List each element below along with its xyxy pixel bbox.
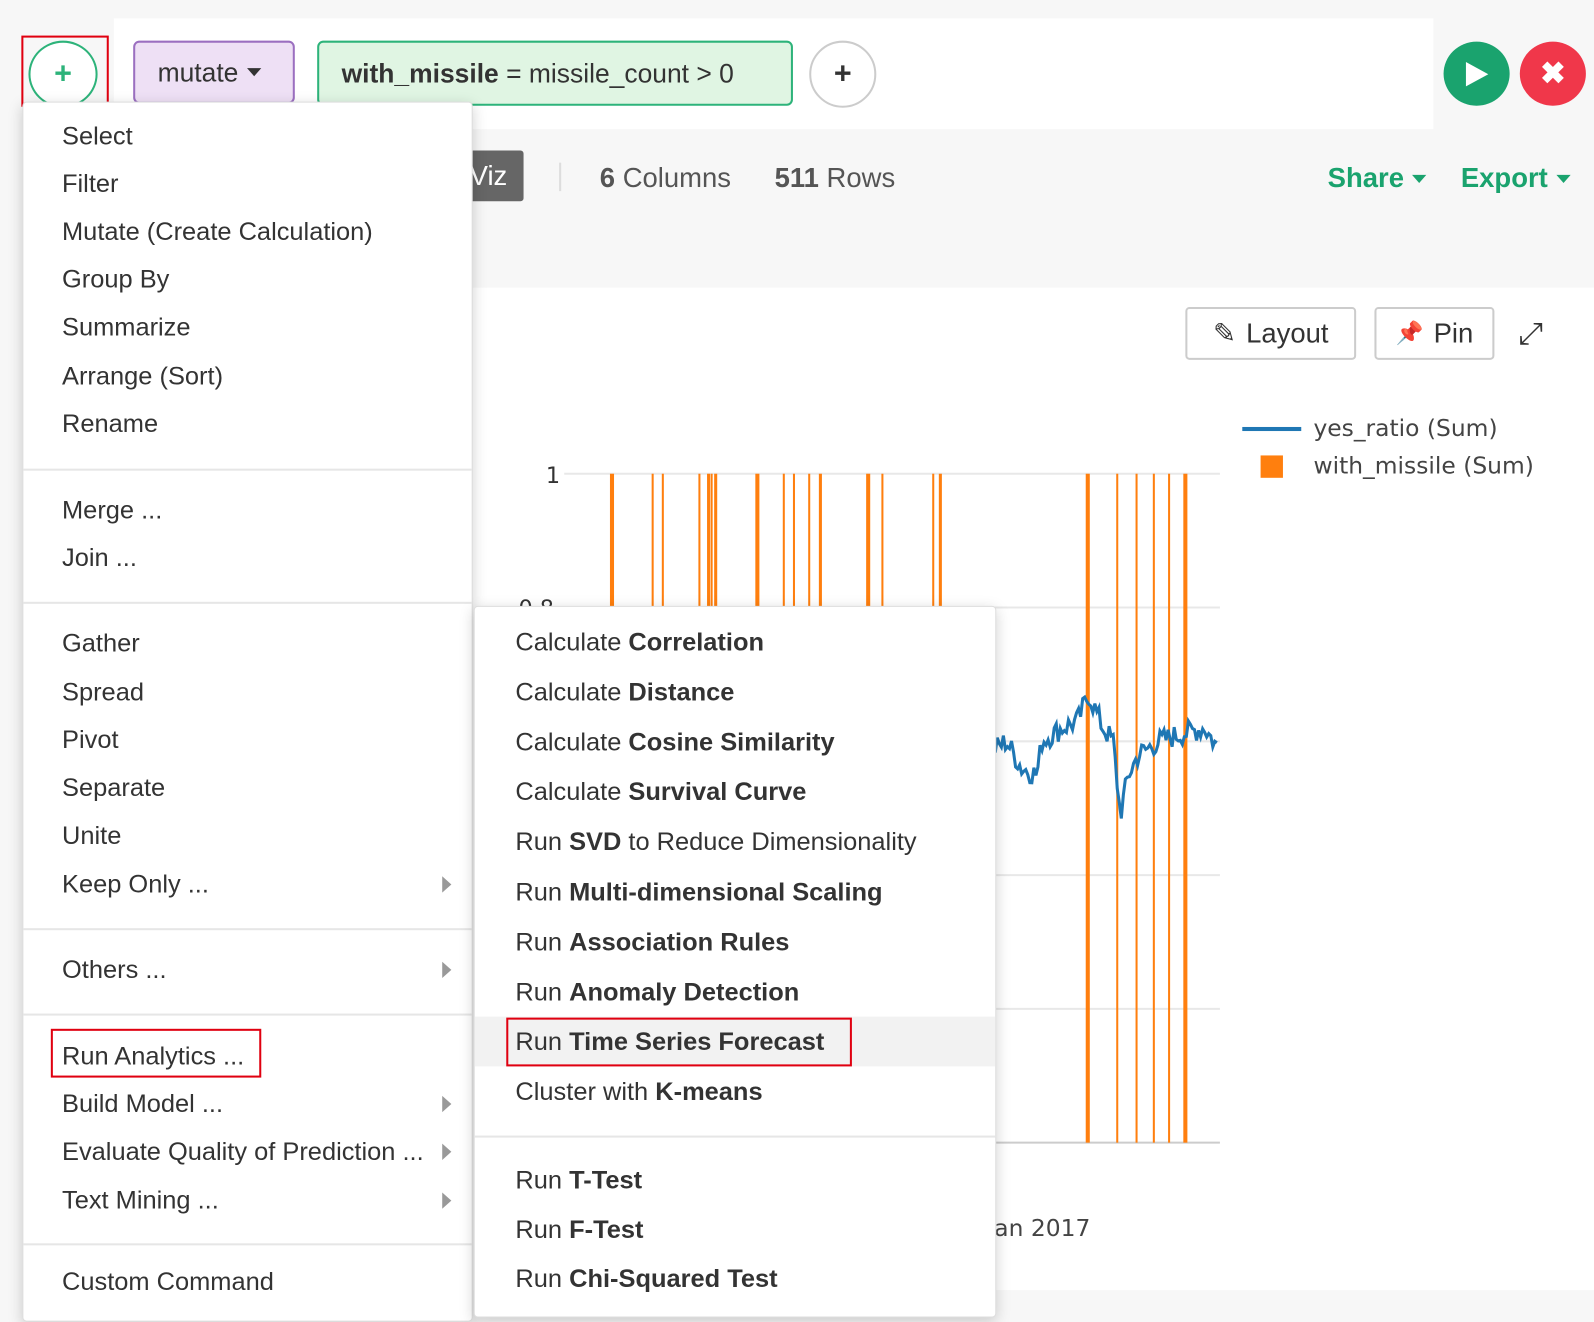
menu-item-mutate-create-calculation[interactable]: Mutate (Create Calculation): [62, 217, 373, 247]
analytics-item-cosine-similarity[interactable]: Calculate Cosine Similarity: [515, 727, 834, 757]
analytics-item-anomaly-detection[interactable]: Run Anomaly Detection: [515, 977, 799, 1007]
item-text-suffix: to Reduce Dimensionality: [621, 827, 917, 856]
x-tick-label: an 2017: [994, 1215, 1091, 1243]
item-text-bold: Time Series Forecast: [569, 1027, 825, 1057]
analytics-item-f-test[interactable]: Run F-Test: [515, 1215, 643, 1245]
legend-item-with-missile[interactable]: with_missile (Sum): [1242, 446, 1534, 487]
menu-item-rename[interactable]: Rename: [62, 409, 158, 439]
analytics-item-correlation[interactable]: Calculate Correlation: [515, 627, 764, 657]
menu-item-arrange-sort[interactable]: Arrange (Sort): [62, 361, 223, 391]
chevron-right-icon: [442, 876, 452, 893]
run-analytics-submenu: Calculate Correlation Calculate Distance C…: [473, 605, 997, 1318]
highlight-box: [50, 1028, 262, 1078]
item-text-bold: F-Test: [569, 1215, 644, 1245]
analytics-item-time-series-forecast[interactable]: Run Time Series Forecast: [515, 1027, 824, 1057]
item-text-bold: T-Test: [569, 1166, 643, 1195]
menu-item-keep-only[interactable]: Keep Only ...: [62, 869, 209, 899]
chevron-right-icon: [442, 1143, 452, 1160]
item-text-prefix: Run: [515, 1166, 570, 1195]
item-text-bold: Multi-dimensional Scaling: [569, 878, 883, 907]
item-text-bold: Chi-Squared Test: [569, 1264, 778, 1294]
with-missile-bar: [1135, 473, 1138, 1143]
menu-divider: [474, 1135, 996, 1138]
line-swatch-icon: [1242, 426, 1302, 432]
item-text-bold: Association Rules: [569, 928, 790, 957]
menu-item-merge[interactable]: Merge ...: [62, 495, 162, 525]
item-text-prefix: Calculate: [515, 777, 629, 807]
item-text-prefix: Run: [515, 1215, 570, 1245]
item-text-prefix: Run: [515, 977, 570, 1007]
y-tick-label: 1: [545, 463, 561, 489]
menu-item-filter[interactable]: Filter: [62, 169, 118, 199]
menu-divider: [23, 1013, 472, 1016]
with-missile-bar: [1183, 473, 1188, 1143]
menu-divider: [23, 1243, 472, 1246]
item-text-bold: Distance: [628, 678, 735, 707]
analytics-item-k-means[interactable]: Cluster with K-means: [515, 1077, 762, 1107]
item-text-prefix: Run: [515, 1027, 570, 1057]
with-missile-bar: [1152, 473, 1155, 1143]
analytics-item-svd[interactable]: Run SVD to Reduce Dimensionality: [515, 826, 916, 856]
legend-item-yes-ratio[interactable]: yes_ratio (Sum): [1242, 412, 1534, 447]
menu-divider: [23, 928, 472, 931]
menu-divider: [23, 601, 472, 604]
menu-item-summarize[interactable]: Summarize: [62, 312, 191, 342]
item-text-prefix: Cluster with: [515, 1077, 656, 1107]
menu-item-separate[interactable]: Separate: [62, 773, 165, 803]
with-missile-bar: [1168, 473, 1171, 1143]
item-text-bold: K-means: [655, 1077, 763, 1107]
item-text-prefix: Calculate: [515, 678, 629, 707]
menu-item-others[interactable]: Others ...: [62, 955, 167, 985]
item-text-bold: Anomaly Detection: [569, 977, 800, 1007]
item-text-prefix: Calculate: [515, 727, 629, 757]
menu-item-spread[interactable]: Spread: [62, 677, 144, 707]
menu-item-gather[interactable]: Gather: [62, 628, 140, 658]
analytics-item-survival-curve[interactable]: Calculate Survival Curve: [515, 777, 806, 807]
chevron-right-icon: [442, 1192, 452, 1209]
square-swatch-icon: [1260, 455, 1283, 478]
analytics-item-association-rules[interactable]: Run Association Rules: [515, 927, 789, 957]
menu-item-text-mining[interactable]: Text Mining ...: [62, 1185, 219, 1215]
with-missile-bar: [1085, 473, 1090, 1143]
item-text-bold: Survival Curve: [628, 777, 807, 807]
menu-divider: [23, 468, 472, 471]
menu-item-custom-command[interactable]: Custom Command: [62, 1267, 274, 1297]
item-text-prefix: Run: [515, 928, 570, 957]
add-step-menu: Select Filter Mutate (Create Calculation) G…: [22, 101, 473, 1322]
legend: yes_ratio (Sum) with_missile (Sum): [1242, 412, 1534, 487]
analytics-item-t-test[interactable]: Run T-Test: [515, 1165, 642, 1195]
chevron-right-icon: [442, 1095, 452, 1113]
item-text-prefix: Run: [515, 827, 570, 856]
analytics-item-multi-dimensional-scaling[interactable]: Run Multi-dimensional Scaling: [515, 877, 882, 907]
item-text-bold: Cosine Similarity: [628, 727, 835, 757]
with-missile-bar: [1116, 473, 1119, 1143]
item-text-prefix: Run: [515, 1264, 570, 1294]
item-text-prefix: Calculate: [515, 628, 629, 657]
menu-item-group-by[interactable]: Group By: [62, 264, 169, 294]
item-text-prefix: Run: [515, 878, 570, 907]
menu-item-unite[interactable]: Unite: [62, 820, 121, 850]
analytics-item-distance[interactable]: Calculate Distance: [515, 677, 734, 707]
menu-item-select[interactable]: Select: [62, 121, 133, 151]
menu-item-pivot[interactable]: Pivot: [62, 725, 119, 755]
menu-item-build-model[interactable]: Build Model ...: [62, 1089, 223, 1119]
menu-item-join[interactable]: Join ...: [62, 543, 137, 573]
item-text-bold: Correlation: [628, 628, 765, 657]
chevron-right-icon: [442, 961, 452, 978]
menu-item-evaluate-quality-of-prediction[interactable]: Evaluate Quality of Prediction ...: [62, 1137, 424, 1167]
item-text-bold: SVD: [569, 827, 622, 856]
